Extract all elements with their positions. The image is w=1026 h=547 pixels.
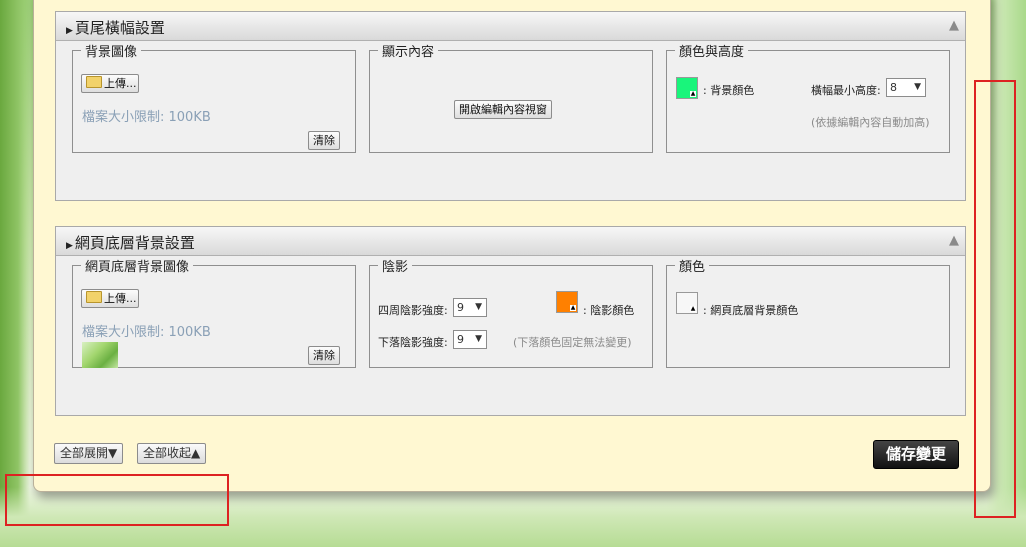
footer-bg-image-legend: 背景圖像 bbox=[85, 45, 138, 60]
folder-icon bbox=[86, 291, 102, 303]
footer-bg-image-group: 背景圖像 上傳... 檔案大小限制: 100KB 清除 bbox=[72, 41, 356, 153]
page-bg-color-swatch[interactable]: ▲ bbox=[676, 292, 698, 314]
display-content-legend: 顯示內容 bbox=[382, 45, 435, 60]
highlight-box-right bbox=[974, 80, 1016, 518]
collapse-all-button[interactable]: 全部收起▲ bbox=[137, 443, 207, 464]
expand-triangle-icon: ▶ bbox=[66, 26, 73, 36]
collapse-arrow-icon[interactable]: ▲ bbox=[949, 18, 959, 33]
swatch-dropdown-icon: ▲ bbox=[690, 305, 696, 312]
page-bottom-bg-section: ▶ 網頁底層背景設置 ▲ 網頁底層背景圖像 上傳... 檔案大小限制: 100KB… bbox=[55, 226, 966, 416]
collapse-arrow-icon[interactable]: ▲ bbox=[949, 233, 959, 248]
page-bg-upload-button[interactable]: 上傳... bbox=[81, 289, 139, 308]
display-content-group: 顯示內容 開啟編輯內容視窗 bbox=[369, 41, 653, 153]
shadow-group: 陰影 四周陰影強度: 9 ▼ 下落陰影強度: 9 ▼ ▲ : 陰影顏色 (下落顏色固… bbox=[369, 256, 653, 368]
shadow-color-label: : 陰影顏色 bbox=[583, 304, 635, 317]
footer-size-limit: 檔案大小限制: 100KB bbox=[82, 110, 211, 125]
color-height-legend: 顏色與高度 bbox=[679, 45, 745, 60]
page-bg-thumbnail bbox=[82, 342, 118, 368]
settings-panel: ▶ 頁尾橫幅設置 ▲ 背景圖像 上傳... 檔案大小限制: 100KB 清除 顯示… bbox=[33, 0, 991, 492]
min-height-label: 橫幅最小高度: bbox=[811, 84, 881, 97]
open-editor-button[interactable]: 開啟編輯內容視窗 bbox=[454, 100, 552, 119]
page-bg-clear-button[interactable]: 清除 bbox=[308, 346, 340, 365]
page-bg-color-legend: 顏色 bbox=[679, 260, 706, 275]
folder-icon bbox=[86, 76, 102, 88]
expand-triangle-icon: ▶ bbox=[66, 241, 73, 251]
page-bg-color-label: : 網頁底層背景顏色 bbox=[703, 304, 799, 317]
page-bg-image-group: 網頁底層背景圖像 上傳... 檔案大小限制: 100KB 清除 bbox=[72, 256, 356, 368]
around-shadow-label: 四周陰影強度: bbox=[378, 304, 448, 317]
page-bottom-bg-title: 網頁底層背景設置 bbox=[74, 234, 195, 252]
footer-banner-section: ▶ 頁尾橫幅設置 ▲ 背景圖像 上傳... 檔案大小限制: 100KB 清除 顯示… bbox=[55, 11, 966, 201]
swatch-dropdown-icon: ▲ bbox=[690, 90, 696, 97]
color-height-group: 顏色與高度 ▲ : 背景顏色 橫幅最小高度: 8 ▼ (依據編輯內容自動加高) bbox=[666, 41, 950, 153]
chevron-down-icon: ▼ bbox=[475, 302, 482, 312]
footer-banner-title: 頁尾橫幅設置 bbox=[74, 19, 165, 37]
auto-height-note: (依據編輯內容自動加高) bbox=[811, 116, 930, 129]
drop-shadow-select[interactable]: 9 ▼ bbox=[453, 330, 487, 349]
page-bottom-bg-header[interactable]: ▶ 網頁底層背景設置 ▲ bbox=[56, 227, 965, 256]
page-bg-color-group: 顏色 ▲ : 網頁底層背景顏色 bbox=[666, 256, 950, 368]
expand-all-button[interactable]: 全部展開▼ bbox=[54, 443, 124, 464]
banner-bg-color-label: : 背景顏色 bbox=[703, 84, 755, 97]
min-height-select[interactable]: 8 ▼ bbox=[886, 78, 926, 97]
footer-upload-button[interactable]: 上傳... bbox=[81, 74, 139, 93]
footer-clear-button[interactable]: 清除 bbox=[308, 131, 340, 150]
shadow-legend: 陰影 bbox=[382, 260, 409, 275]
chevron-down-icon: ▼ bbox=[475, 334, 482, 344]
chevron-down-icon: ▼ bbox=[914, 82, 921, 92]
page-bg-image-legend: 網頁底層背景圖像 bbox=[85, 260, 190, 275]
footer-banner-header[interactable]: ▶ 頁尾橫幅設置 ▲ bbox=[56, 12, 965, 41]
background-leaves-left bbox=[0, 0, 30, 547]
save-button[interactable]: 儲存變更 bbox=[873, 440, 960, 469]
drop-shadow-label: 下落陰影強度: bbox=[378, 336, 448, 349]
highlight-box-bottom-left bbox=[5, 474, 229, 526]
drop-color-note: (下落顏色固定無法變更) bbox=[513, 336, 632, 349]
banner-bg-color-swatch[interactable]: ▲ bbox=[676, 77, 698, 99]
shadow-color-swatch[interactable]: ▲ bbox=[556, 291, 578, 313]
around-shadow-select[interactable]: 9 ▼ bbox=[453, 298, 487, 317]
page-bg-size-limit: 檔案大小限制: 100KB bbox=[82, 325, 211, 340]
swatch-dropdown-icon: ▲ bbox=[570, 304, 576, 311]
